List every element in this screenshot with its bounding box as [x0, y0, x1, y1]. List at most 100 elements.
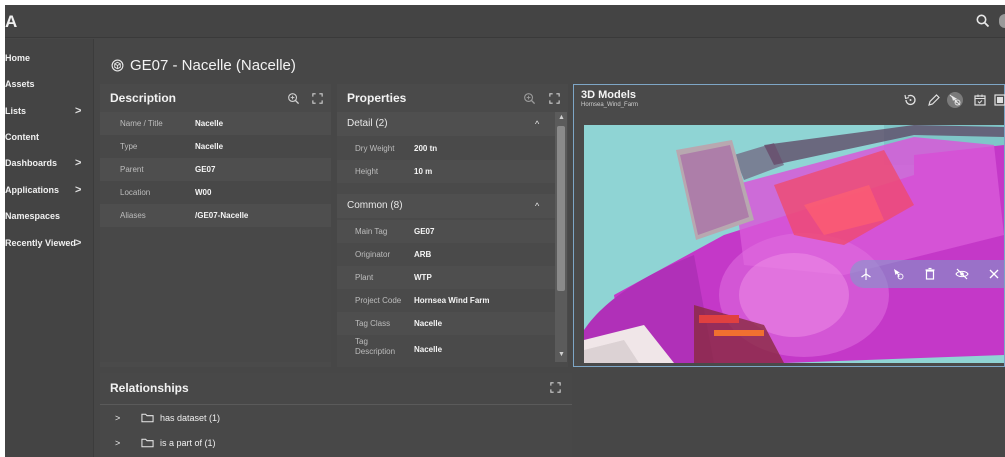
- table-row: Location W00: [100, 181, 331, 204]
- relationships-title: Relationships: [110, 381, 189, 395]
- relationship-item-is-part-of[interactable]: > is a part of (1): [100, 431, 572, 455]
- table-row: Tag Description Nacelle: [337, 335, 555, 365]
- folder-icon: [141, 413, 154, 423]
- scroll-up-icon[interactable]: ▲: [558, 114, 565, 121]
- sidebar-item-lists[interactable]: Lists >: [5, 99, 93, 123]
- row-value: GE07: [195, 165, 216, 174]
- relationships-divider: [100, 404, 572, 405]
- sidebar-item-label: Applications: [5, 185, 60, 195]
- properties-title: Properties: [347, 91, 407, 105]
- selection-toolbar: [850, 260, 1005, 288]
- sidebar-item-label: Dashboards: [5, 158, 58, 168]
- row-value: ARB: [414, 250, 432, 259]
- expand-icon[interactable]: [311, 92, 324, 105]
- relationships-panel: Relationships > has dataset (1) > is a p…: [100, 373, 572, 457]
- sidebar-item-namespaces[interactable]: Namespaces: [5, 204, 93, 228]
- 3d-viewport[interactable]: [584, 125, 1004, 363]
- description-table: Name / Title Nacelle Type Nacelle Parent…: [100, 112, 331, 362]
- row-key: Tag Class: [355, 319, 391, 328]
- app-window: A Home Assets Lists > Content Dashboards…: [5, 5, 1005, 457]
- row-key: Parent: [120, 165, 144, 174]
- top-bar: A: [5, 5, 1005, 38]
- table-row: Height 10 m: [337, 160, 555, 183]
- scroll-down-icon[interactable]: ▼: [558, 351, 565, 358]
- chevron-up-icon: ^: [535, 201, 540, 211]
- row-key: Main Tag: [355, 227, 388, 236]
- folder-icon: [141, 438, 154, 448]
- cube-icon: [111, 59, 124, 72]
- sidebar-item-label: Lists: [5, 106, 27, 116]
- properties-header: Properties: [337, 84, 568, 112]
- section-title: Common (8): [347, 200, 403, 211]
- chevron-right-icon: >: [75, 184, 82, 196]
- models-title: 3D Models: [581, 89, 637, 101]
- row-value: Nacelle: [414, 345, 443, 354]
- row-key: Dry Weight: [355, 144, 395, 153]
- reset-view-icon[interactable]: [902, 92, 918, 108]
- sidebar-item-applications[interactable]: Applications >: [5, 178, 93, 202]
- sidebar-item-recently-viewed[interactable]: Recently Viewed >: [5, 231, 93, 255]
- table-row: Main Tag GE07: [337, 220, 555, 243]
- properties-panel: Properties Detail (2) ^ Dry Weight 200 t…: [337, 84, 568, 367]
- table-row: Project Code Hornsea Wind Farm: [337, 289, 555, 312]
- chevron-right-icon: >: [115, 438, 121, 448]
- expand-icon[interactable]: [548, 92, 561, 105]
- section-header-detail[interactable]: Detail (2) ^: [337, 112, 555, 136]
- close-icon[interactable]: [986, 266, 1002, 282]
- search-icon[interactable]: [975, 13, 991, 29]
- scroll-thumb[interactable]: [557, 126, 565, 291]
- zoom-in-icon[interactable]: [523, 92, 536, 105]
- description-header: Description: [100, 84, 331, 112]
- layers-icon[interactable]: [992, 92, 1005, 108]
- expand-icon[interactable]: [549, 381, 562, 394]
- relationship-label: is a part of (1): [160, 438, 216, 448]
- sidebar-item-dashboards[interactable]: Dashboards >: [5, 151, 93, 175]
- table-row: Parent GE07: [100, 158, 331, 181]
- chevron-right-icon: >: [75, 237, 82, 249]
- row-value: GE07: [414, 227, 435, 236]
- sidebar-item-assets[interactable]: Assets: [5, 72, 93, 96]
- row-key: Tag Description: [355, 337, 396, 356]
- description-panel: Description Name / Title Nacelle Type Na…: [100, 84, 331, 367]
- row-value: 200 tn: [414, 144, 438, 153]
- account-icon[interactable]: [999, 14, 1005, 28]
- sidebar-item-label: Home: [5, 53, 31, 63]
- section-header-common[interactable]: Common (8) ^: [337, 194, 555, 218]
- models-subtitle: Hornsea_Wind_Farm: [581, 102, 639, 108]
- chevron-right-icon: >: [75, 157, 82, 169]
- sidebar: Home Assets Lists > Content Dashboards >…: [5, 39, 93, 457]
- row-value: 10 m: [414, 167, 433, 176]
- row-value: Nacelle: [414, 319, 443, 328]
- relationship-item-has-dataset[interactable]: > has dataset (1): [100, 406, 572, 430]
- sidebar-item-label: Recently Viewed: [5, 238, 76, 248]
- row-value: W00: [195, 188, 212, 197]
- row-value: Hornsea Wind Farm: [414, 296, 490, 305]
- eye-off-icon[interactable]: [954, 266, 970, 282]
- table-row: Name / Title Nacelle: [100, 112, 331, 135]
- hide-selection-icon[interactable]: [890, 266, 906, 282]
- zoom-in-icon[interactable]: [287, 92, 300, 105]
- pencil-icon[interactable]: [926, 92, 942, 108]
- table-row: Plant WTP: [337, 266, 555, 289]
- trash-icon[interactable]: [922, 266, 938, 282]
- row-key: Name / Title: [120, 119, 163, 128]
- row-key: Plant: [355, 273, 374, 282]
- page-title-text: GE07 - Nacelle (Nacelle): [130, 57, 296, 74]
- properties-scrollbar[interactable]: ▲ ▼: [555, 112, 567, 362]
- sidebar-item-home[interactable]: Home: [5, 46, 93, 70]
- description-title: Description: [110, 91, 177, 105]
- sidebar-item-label: Namespaces: [5, 211, 61, 221]
- section-title: Detail (2): [347, 118, 388, 129]
- row-key: Aliases: [120, 211, 146, 220]
- row-key: Location: [120, 188, 151, 197]
- calendar-icon[interactable]: [972, 92, 988, 108]
- hide-selection-icon[interactable]: [947, 92, 963, 108]
- chevron-right-icon: >: [115, 413, 121, 423]
- table-row: Tag Class Nacelle: [337, 312, 555, 335]
- fan-icon[interactable]: [858, 266, 874, 282]
- page-title: GE07 - Nacelle (Nacelle): [111, 57, 296, 74]
- app-logo[interactable]: A: [5, 12, 17, 32]
- sidebar-item-content[interactable]: Content: [5, 125, 93, 149]
- row-value: /GE07-Nacelle: [195, 211, 249, 220]
- table-row: Type Nacelle: [100, 135, 331, 158]
